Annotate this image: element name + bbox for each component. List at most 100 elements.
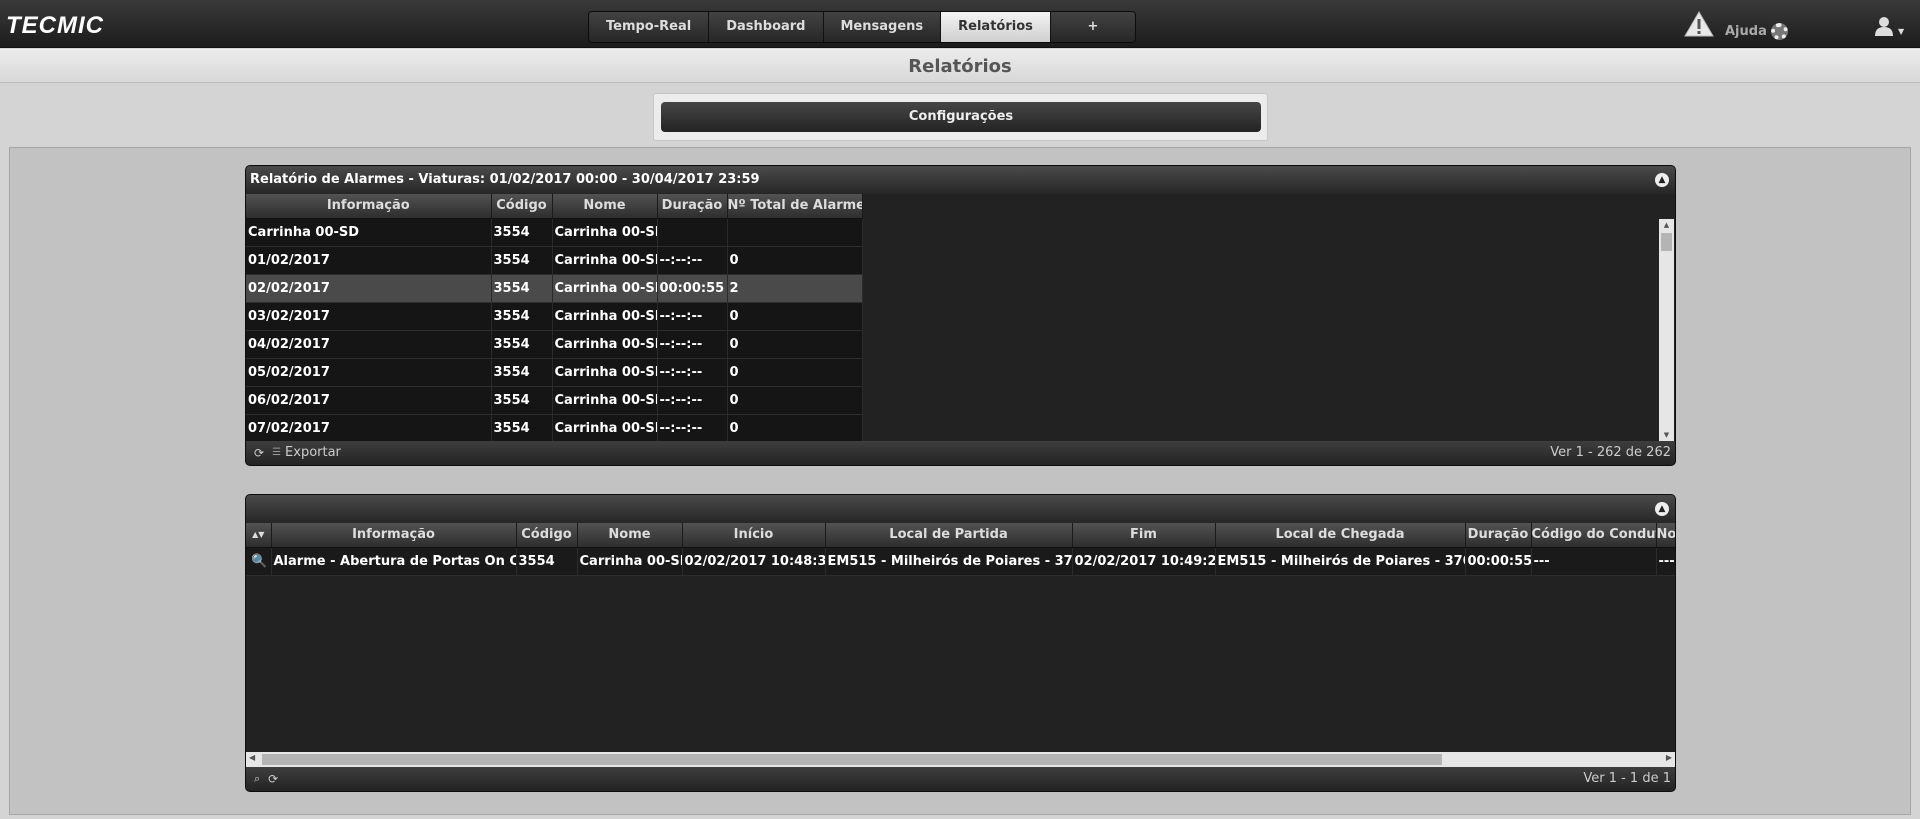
export-button[interactable]: ☰ Exportar xyxy=(272,441,341,465)
cell-code: 3554 xyxy=(491,414,553,443)
table-header-row: ▲▼ Informação Código Nome Início Local d… xyxy=(246,523,1675,548)
table-row[interactable]: 06/02/2017 3554 Carrinha 00-SD --:--:-- … xyxy=(246,386,863,415)
cell-start-location: EM515 - Milheirós de Poiares - 3700 - S xyxy=(825,547,1073,576)
col-codigo[interactable]: Código xyxy=(516,523,578,548)
col-codigo-condutor[interactable]: Código do Condutor xyxy=(1531,523,1657,548)
tecmic-logo[interactable]: TECMIC xyxy=(6,12,104,40)
cell-info: 06/02/2017 xyxy=(246,386,492,415)
col-nome-condutor[interactable]: Nome xyxy=(1656,523,1675,548)
alarm-report-panel: Relatório de Alarmes - Viaturas: 01/02/2… xyxy=(245,165,1676,466)
tab-relatorios[interactable]: Relatórios xyxy=(941,12,1051,42)
magnifier-icon[interactable]: 🔍 xyxy=(246,547,272,576)
col-duracao[interactable]: Duração xyxy=(657,194,728,219)
cell-info: 01/02/2017 xyxy=(246,246,492,275)
tab-mensagens[interactable]: Mensagens xyxy=(823,12,942,42)
user-icon xyxy=(1875,17,1893,36)
col-fim[interactable]: Fim xyxy=(1072,523,1216,548)
main-nav-tabs: Tempo-Real Dashboard Mensagens Relatório… xyxy=(588,11,1136,43)
table-row[interactable]: 03/02/2017 3554 Carrinha 00-SD --:--:-- … xyxy=(246,302,863,331)
col-total-alarmes[interactable]: Nº Total de Alarmes xyxy=(727,194,863,219)
cell-duration: --:--:-- xyxy=(657,246,728,275)
cell-name: Carrinha 00-SD xyxy=(552,414,658,443)
cell-name: Carrinha 00-SD xyxy=(552,302,658,331)
cell-name: Carrinha 00-SD xyxy=(552,274,658,303)
col-inicio[interactable]: Início xyxy=(682,523,826,548)
cell-total: 2 xyxy=(727,274,863,303)
scroll-up-icon[interactable]: ▲ xyxy=(1659,221,1674,229)
cell-total: 0 xyxy=(727,330,863,359)
cell-duration: 00:00:55 xyxy=(657,274,728,303)
table-row[interactable]: 🔍 Alarme - Abertura de Portas On Carrinh… xyxy=(246,547,1675,576)
table-header-row: Informação Código Nome Duração Nº Total … xyxy=(246,194,863,219)
top-bar: TECMIC Tempo-Real Dashboard Mensagens Re… xyxy=(0,0,1920,48)
cell-duration: --:--:-- xyxy=(657,330,728,359)
cell-name: Carrinha 00-SD xyxy=(552,358,658,387)
configuracoes-button[interactable]: Configurações xyxy=(661,102,1261,132)
page-title-bar: Relatórios xyxy=(0,49,1920,83)
col-local-partida[interactable]: Local de Partida xyxy=(825,523,1073,548)
tab-add[interactable]: + xyxy=(1050,12,1135,42)
cell-end: 02/02/2017 10:49:27 xyxy=(1072,547,1216,576)
cell-duration: 00:00:55 xyxy=(1465,547,1532,576)
cell-info: 04/02/2017 xyxy=(246,330,492,359)
cell-name: Carrinha 00-SD xyxy=(552,386,658,415)
cell-code: 3554 xyxy=(491,386,553,415)
vertical-scrollbar[interactable]: ▲ ▼ xyxy=(1659,219,1674,441)
cell-info: Alarme - Abertura de Portas On Carrinha … xyxy=(271,547,517,576)
scroll-right-icon[interactable]: ▶ xyxy=(1666,753,1672,762)
cell-total: 0 xyxy=(727,302,863,331)
table-row[interactable]: 05/02/2017 3554 Carrinha 00-SD --:--:-- … xyxy=(246,358,863,387)
cell-code: 3554 xyxy=(491,358,553,387)
col-nome[interactable]: Nome xyxy=(577,523,683,548)
scroll-left-icon[interactable]: ◀ xyxy=(249,753,255,762)
col-codigo[interactable]: Código xyxy=(491,194,553,219)
scroll-thumb[interactable] xyxy=(262,754,1442,765)
collapse-icon[interactable]: ▲ xyxy=(1655,502,1669,516)
cell-code: 3554 xyxy=(491,330,553,359)
cell-total: 0 xyxy=(727,246,863,275)
tab-tempo-real[interactable]: Tempo-Real xyxy=(589,12,710,42)
col-local-chegada[interactable]: Local de Chegada xyxy=(1215,523,1466,548)
export-icon: ☰ xyxy=(272,447,282,458)
col-informacao[interactable]: Informação xyxy=(271,523,517,548)
pager-info: Ver 1 - 1 de 1 xyxy=(1583,771,1671,786)
cell-duration: --:--:-- xyxy=(657,302,728,331)
table-row[interactable]: 07/02/2017 3554 Carrinha 00-SD --:--:-- … xyxy=(246,414,863,443)
table-row[interactable]: 04/02/2017 3554 Carrinha 00-SD --:--:-- … xyxy=(246,330,863,359)
alarm-detail-footer: ⌕ ⟳ Ver 1 - 1 de 1 xyxy=(246,767,1675,791)
warning-icon[interactable] xyxy=(1684,11,1714,37)
col-duracao[interactable]: Duração xyxy=(1465,523,1532,548)
cell-info: 02/02/2017 xyxy=(246,274,492,303)
cell-name: Carrinha 00-SD xyxy=(577,547,683,576)
scroll-thumb[interactable] xyxy=(1661,233,1672,251)
cell-duration: --:--:-- xyxy=(657,386,728,415)
col-nome[interactable]: Nome xyxy=(552,194,658,219)
horizontal-scrollbar[interactable]: ◀ ▶ xyxy=(246,752,1675,767)
search-icon[interactable]: ⌕ xyxy=(254,767,260,791)
pager-info: Ver 1 - 262 de 262 xyxy=(1550,445,1671,460)
table-row-selected[interactable]: 02/02/2017 3554 Carrinha 00-SD 00:00:55 … xyxy=(246,274,863,303)
refresh-icon[interactable]: ⟳ xyxy=(268,767,278,791)
cell-duration: --:--:-- xyxy=(657,414,728,443)
config-container: Configurações xyxy=(653,93,1268,141)
sort-icon[interactable]: ▲▼ xyxy=(246,523,272,548)
collapse-icon[interactable]: ▲ xyxy=(1655,173,1669,187)
cell-end-location: EM515 - Milheirós de Poiares - 3700 - S xyxy=(1215,547,1466,576)
alarm-detail-header: ▲ xyxy=(246,495,1675,523)
cell-start: 02/02/2017 10:48:32 xyxy=(682,547,826,576)
user-menu[interactable]: ▼ xyxy=(1874,16,1904,36)
alarm-report-header: Relatório de Alarmes - Viaturas: 01/02/2… xyxy=(246,166,1675,194)
alarm-summary-table: Informação Código Nome Duração Nº Total … xyxy=(246,194,863,443)
cell-name: Carrinha 00-SD xyxy=(552,330,658,359)
lifebuoy-icon xyxy=(1770,23,1788,40)
scroll-down-icon[interactable]: ▼ xyxy=(1659,431,1674,439)
col-informacao[interactable]: Informação xyxy=(246,194,492,219)
cell-info: Carrinha 00-SD xyxy=(246,218,492,247)
alarm-detail-table: ▲▼ Informação Código Nome Início Local d… xyxy=(246,523,1675,576)
chevron-down-icon: ▼ xyxy=(1898,27,1905,36)
help-link[interactable]: Ajuda xyxy=(1725,23,1788,40)
tab-dashboard[interactable]: Dashboard xyxy=(709,12,824,42)
table-row[interactable]: 01/02/2017 3554 Carrinha 00-SD --:--:-- … xyxy=(246,246,863,275)
refresh-icon[interactable]: ⟳ xyxy=(254,441,264,465)
table-row[interactable]: Carrinha 00-SD 3554 Carrinha 00-SD xyxy=(246,218,863,247)
